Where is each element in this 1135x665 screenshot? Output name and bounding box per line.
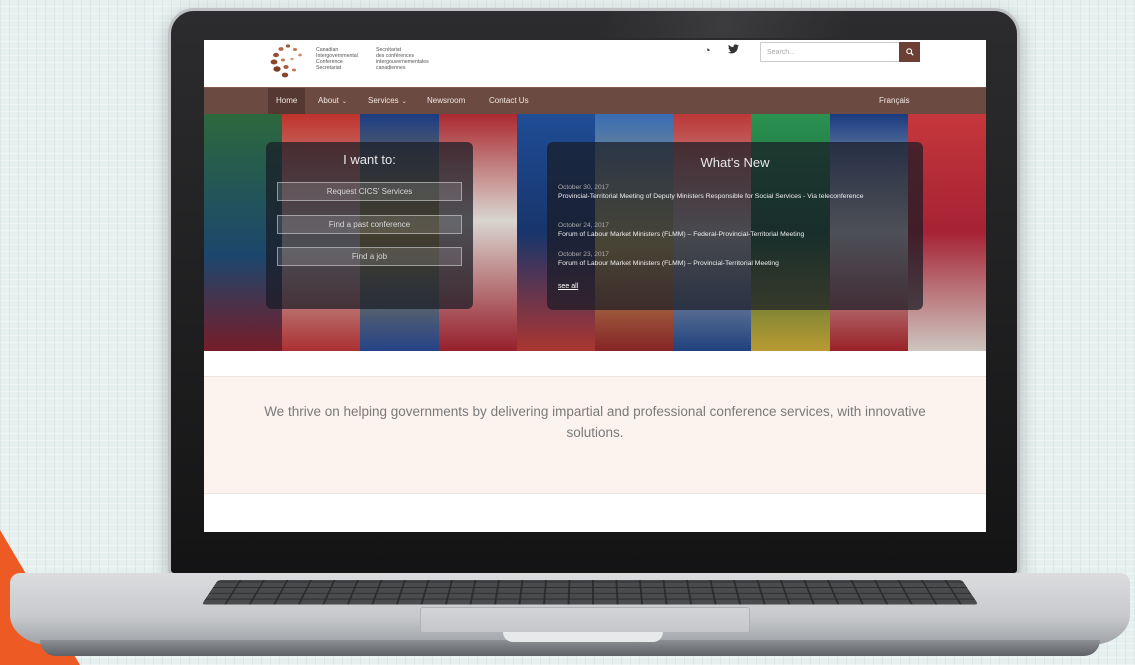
- see-all-link[interactable]: see all: [558, 283, 578, 290]
- laptop-screen: Canadian Intergovernmental Conference Se…: [204, 40, 986, 532]
- nav-label: Newsroom: [427, 96, 466, 105]
- chevron-down-icon: ⌄: [401, 99, 407, 105]
- chevron-down-icon: ⌄: [341, 99, 347, 105]
- request-services-button[interactable]: Request CICS' Services: [277, 182, 462, 201]
- hero-banner: I want to: Request CICS' Services Find a…: [204, 114, 986, 351]
- news-date: October 30, 2017: [558, 184, 609, 191]
- news-date: October 24, 2017: [558, 222, 609, 229]
- logo-text-french: Secrétariat des conférences intergouvern…: [376, 47, 429, 71]
- lid-glare: [600, 8, 1020, 38]
- rss-icon[interactable]: ◔: [704, 45, 711, 57]
- nav-label: Home: [276, 96, 298, 105]
- logo-text-english: Canadian Intergovernmental Conference Se…: [316, 47, 358, 71]
- search-icon: [905, 48, 914, 56]
- search-button[interactable]: [899, 42, 920, 62]
- site-header: Canadian Intergovernmental Conference Se…: [204, 40, 986, 87]
- tagline-text: We thrive on helping governments by deli…: [264, 404, 926, 440]
- news-link[interactable]: Forum of Labour Market Ministers (FLMM) …: [558, 231, 898, 239]
- nav-label: Services: [368, 96, 399, 105]
- laptop-trackpad: [420, 607, 750, 633]
- find-past-conference-button[interactable]: Find a past conference: [277, 215, 462, 234]
- laptop-keyboard: [201, 579, 979, 605]
- nav-item-services[interactable]: Services ⌄: [360, 88, 415, 114]
- laptop-notch: [503, 632, 663, 642]
- panel-title: What's New: [700, 155, 770, 170]
- tagline-section: We thrive on helping governments by deli…: [204, 376, 986, 494]
- nav-label: Contact Us: [489, 96, 529, 105]
- nav-item-about[interactable]: About ⌄: [310, 88, 355, 114]
- twitter-icon[interactable]: [728, 44, 739, 54]
- search-input[interactable]: [760, 42, 899, 62]
- i-want-to-panel: I want to: Request CICS' Services Find a…: [266, 142, 473, 309]
- nav-item-home[interactable]: Home: [268, 88, 306, 114]
- find-job-button[interactable]: Find a job: [277, 247, 462, 266]
- nav-label: About: [318, 96, 339, 105]
- nav-item-contact[interactable]: Contact Us: [481, 88, 537, 114]
- cics-logo[interactable]: [268, 42, 308, 80]
- whats-new-panel: What's New October 30, 2017 Provincial-T…: [547, 142, 923, 310]
- main-navbar: Home About ⌄ Services ⌄ Newsroom Contact U…: [204, 87, 986, 114]
- news-link[interactable]: Provincial-Territorial Meeting of Deputy…: [558, 193, 898, 201]
- news-date: October 23, 2017: [558, 251, 609, 258]
- language-toggle[interactable]: Français: [871, 88, 918, 114]
- laptop-base-lip: [40, 640, 1100, 656]
- news-link[interactable]: Forum of Labour Market Ministers (FLMM) …: [558, 260, 898, 268]
- nav-item-newsroom[interactable]: Newsroom: [419, 88, 473, 114]
- panel-title: I want to:: [343, 152, 396, 167]
